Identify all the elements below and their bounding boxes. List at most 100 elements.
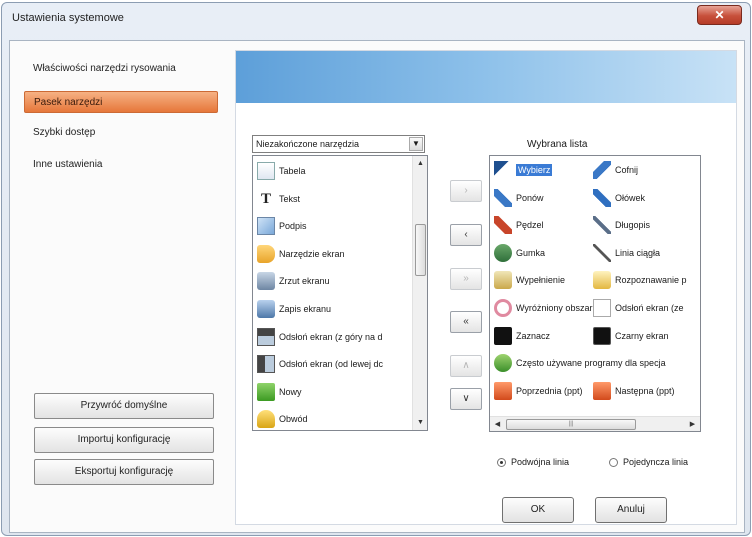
list-item-label: Rozpoznawanie p xyxy=(615,275,687,286)
title-bar[interactable]: Ustawienia systemowe ✕ xyxy=(2,3,750,37)
list-item[interactable]: Poprzednia (ppt) xyxy=(494,379,583,403)
text-icon: T xyxy=(260,190,271,207)
list-item[interactable]: Narzędzie ekran xyxy=(257,242,345,266)
list-item[interactable]: Gumka xyxy=(494,241,545,265)
list-item-label: Zapis ekranu xyxy=(279,304,332,314)
list-item-label: Wypełnienie xyxy=(516,275,565,286)
line-icon xyxy=(593,243,611,262)
list-item[interactable]: Czarny ekran xyxy=(593,324,669,348)
list-item[interactable]: Obwód xyxy=(257,407,308,430)
remove-tool-button[interactable]: ‹ xyxy=(450,224,482,246)
list-item[interactable]: Zaznacz xyxy=(494,324,550,348)
scroll-left-icon[interactable]: ◀ xyxy=(490,417,505,431)
redo-icon xyxy=(494,188,512,207)
list-item-label: Ponów xyxy=(516,192,544,203)
list-item[interactable]: Nowy xyxy=(257,380,302,404)
sidebar-item-tool-properties[interactable]: Właściwości narzędzi rysowania xyxy=(24,58,218,80)
eraser-icon xyxy=(494,243,512,262)
pencil-icon xyxy=(593,188,611,207)
list-item[interactable]: Odsłoń ekran (od lewej dc xyxy=(257,352,383,376)
scroll-up-icon[interactable]: ▲ xyxy=(413,156,427,171)
sidebar-item-other-settings[interactable]: Inne ustawienia xyxy=(24,154,218,176)
export-config-button[interactable]: Eksportuj konfigurację xyxy=(34,459,214,485)
perimeter-icon xyxy=(257,410,275,429)
panel-banner xyxy=(236,51,736,103)
pen-icon xyxy=(593,216,611,235)
available-tools-list[interactable]: ▲ ▼ Tabela T Tekst Podpis Narzędzie ekran Zrz… xyxy=(252,155,428,431)
ppt-prev-icon xyxy=(494,381,512,400)
chevron-down-icon[interactable]: ▼ xyxy=(409,137,423,151)
settings-window: Ustawienia systemowe ✕ Właściwości narzę… xyxy=(1,2,751,536)
single-line-radio[interactable]: Pojedyncza linia xyxy=(609,457,688,467)
list-item[interactable]: Pędzel xyxy=(494,213,544,237)
remove-all-tools-button[interactable]: « xyxy=(450,311,482,333)
list-item-label: Odsłoń ekran (od lewej dc xyxy=(279,359,384,370)
list-item[interactable]: Długopis xyxy=(593,213,650,237)
scroll-down-icon[interactable]: ▼ xyxy=(413,415,427,430)
list-item[interactable]: Zrzut ekranu xyxy=(257,269,330,293)
list-item-label: Nowy xyxy=(279,386,302,397)
list-item-label: Ołówek xyxy=(615,192,646,203)
list-item[interactable]: Wyróżniony obszar xyxy=(494,296,592,320)
scroll-right-icon[interactable]: ▶ xyxy=(685,417,700,431)
black-screen-icon xyxy=(593,326,611,345)
list-item-label: Odsłoń ekran (z góry na d xyxy=(279,331,383,342)
list-item[interactable]: Następna (ppt) xyxy=(593,379,675,403)
selected-list-hscrollbar[interactable]: ◀ ||| ▶ xyxy=(490,416,700,431)
reveal-screen-icon xyxy=(593,299,611,317)
move-up-button[interactable]: ∧ xyxy=(450,355,482,377)
list-item[interactable]: Odsłoń ekran (ze xyxy=(593,296,684,320)
list-item[interactable]: Odsłoń ekran (z góry na d xyxy=(257,325,383,349)
list-item[interactable]: Ołówek xyxy=(593,186,645,210)
double-line-radio[interactable]: Podwójna linia xyxy=(497,457,569,467)
new-page-icon xyxy=(257,382,275,401)
list-item[interactable]: Wybierz xyxy=(494,158,553,182)
list-item[interactable]: Ponów xyxy=(494,186,544,210)
cancel-button[interactable]: Anuluj xyxy=(595,497,667,523)
close-button[interactable]: ✕ xyxy=(697,5,742,25)
import-config-button[interactable]: Importuj konfigurację xyxy=(34,427,214,453)
list-item[interactable]: Linia ciągła xyxy=(593,241,660,265)
undo-icon xyxy=(593,161,611,179)
add-all-tools-button[interactable]: » xyxy=(450,268,482,290)
tool-filter-dropdown[interactable]: Niezakończone narzędzia ▼ xyxy=(252,135,425,153)
radio-unselected-icon[interactable] xyxy=(609,457,618,467)
list-item[interactable]: Wypełnienie xyxy=(494,268,565,292)
list-item-label: Poprzednia (ppt) xyxy=(516,385,583,396)
available-list-scrollbar[interactable]: ▲ ▼ xyxy=(412,156,427,430)
list-item[interactable]: Często używane programy dla specja xyxy=(494,351,666,375)
toolbar-settings-panel: Niezakończone narzędzia ▼ ▲ ▼ Tabela T Tek… xyxy=(235,50,737,525)
list-item[interactable]: T Tekst xyxy=(257,187,300,211)
selected-list-label: Wybrana lista xyxy=(527,139,588,150)
radio-selected-icon[interactable] xyxy=(497,457,506,467)
list-item-label: Obwód xyxy=(279,414,308,425)
list-item[interactable]: Tabela xyxy=(257,159,306,183)
add-tool-button[interactable]: › xyxy=(450,180,482,202)
hscroll-thumb[interactable]: ||| xyxy=(506,419,636,430)
move-down-button[interactable]: ∨ xyxy=(450,388,482,410)
list-item-label: Wyróżniony obszar xyxy=(516,303,593,313)
list-item-label: Długopis xyxy=(615,220,651,231)
list-item-label: Linia ciągła xyxy=(615,247,661,258)
screen-tool-icon xyxy=(257,244,275,263)
sidebar-item-quick-access[interactable]: Szybki dostęp xyxy=(24,122,218,144)
sidebar-item-toolbar[interactable]: Pasek narzędzi xyxy=(24,91,218,113)
fill-icon xyxy=(494,271,512,290)
ok-button[interactable]: OK xyxy=(502,497,574,523)
selected-tools-list[interactable]: ◀ ||| ▶ Wybierz Cofnij Ponów Ołówek Pędzel Dł… xyxy=(489,155,701,432)
list-item[interactable]: Cofnij xyxy=(593,158,638,182)
mark-icon xyxy=(494,326,512,345)
list-item-label: Zrzut ekranu xyxy=(279,276,330,287)
scroll-thumb[interactable] xyxy=(415,224,426,276)
signature-icon xyxy=(257,217,275,236)
list-item-label: Tekst xyxy=(279,193,301,204)
list-item-label: Zaznacz xyxy=(516,330,551,341)
screen-record-icon xyxy=(257,300,275,318)
list-item[interactable]: Rozpoznawanie p xyxy=(593,268,687,292)
restore-defaults-button[interactable]: Przywróć domyślne xyxy=(34,393,214,419)
table-icon xyxy=(257,162,275,180)
list-item[interactable]: Zapis ekranu xyxy=(257,297,331,321)
list-item-label: Następna (ppt) xyxy=(615,385,675,396)
list-item[interactable]: Podpis xyxy=(257,214,307,238)
ppt-next-icon xyxy=(593,381,611,400)
